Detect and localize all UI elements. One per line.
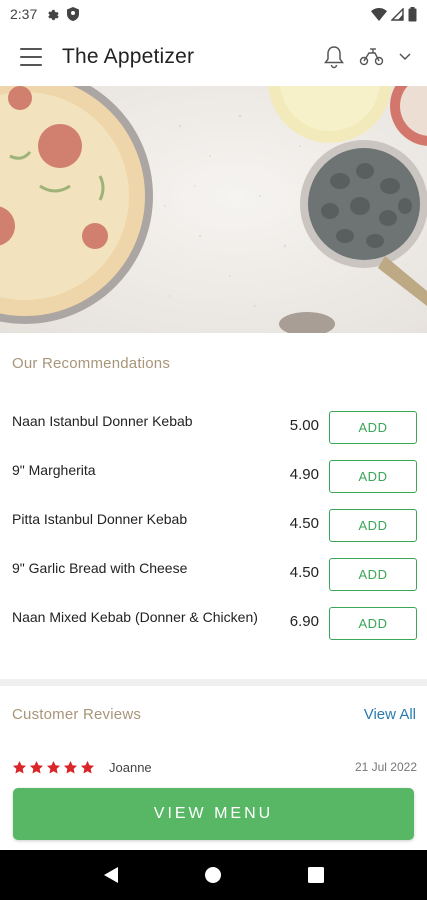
item-price: 4.90: [289, 466, 319, 483]
list-item: 9" Garlic Bread with Cheese 4.50 ADD: [0, 550, 427, 599]
page-title: The Appetizer: [62, 45, 195, 68]
star-rating: [12, 760, 95, 775]
add-button[interactable]: ADD: [329, 460, 417, 493]
chevron-down-icon[interactable]: [399, 53, 411, 61]
add-button[interactable]: ADD: [329, 509, 417, 542]
reviewer-name: Joanne: [109, 759, 152, 775]
item-price: 6.90: [289, 613, 319, 630]
star-icon: [80, 760, 95, 773]
recommendations-title: Our Recommendations: [12, 355, 171, 372]
star-icon: [46, 760, 61, 773]
view-all-link[interactable]: View All: [364, 706, 416, 723]
add-button[interactable]: ADD: [329, 558, 417, 591]
home-icon[interactable]: [193, 855, 233, 895]
item-price: 4.50: [289, 515, 319, 532]
system-nav-bar: [0, 850, 427, 900]
review-date: 21 Jul 2022: [354, 760, 417, 774]
item-name: 9" Garlic Bread with Cheese: [12, 560, 188, 576]
star-icon: [12, 760, 27, 773]
app-bar: The Appetizer: [0, 28, 427, 86]
recommendations-list: Naan Istanbul Donner Kebab 5.00 ADD 9" M…: [0, 403, 427, 648]
signal-icon: [391, 7, 404, 21]
item-name: Naan Mixed Kebab (Donner & Chicken): [12, 609, 258, 625]
add-button[interactable]: ADD: [329, 411, 417, 444]
star-icon: [63, 760, 78, 773]
item-name: Naan Istanbul Donner Kebab: [12, 413, 193, 429]
list-item: Naan Mixed Kebab (Donner & Chicken) 6.90…: [0, 599, 427, 648]
back-icon[interactable]: [91, 855, 131, 895]
list-item: Naan Istanbul Donner Kebab 5.00 ADD: [0, 403, 427, 452]
menu-icon[interactable]: [20, 48, 42, 66]
hero-banner-image: [0, 86, 427, 333]
star-icon: [29, 760, 44, 773]
list-item: Pitta Istanbul Donner Kebab 4.50 ADD: [0, 501, 427, 550]
scooter-icon[interactable]: [359, 47, 385, 67]
item-price: 5.00: [289, 417, 319, 434]
bell-icon[interactable]: [323, 45, 345, 69]
wifi-icon: [371, 7, 387, 21]
add-button[interactable]: ADD: [329, 607, 417, 640]
settings-icon: [45, 7, 59, 21]
item-name: 9" Margherita: [12, 462, 96, 478]
battery-icon: [408, 6, 417, 22]
list-item: 9" Margherita 4.90 ADD: [0, 452, 427, 501]
item-name: Pitta Istanbul Donner Kebab: [12, 511, 188, 527]
item-price: 4.50: [289, 564, 319, 581]
status-time: 2:37: [10, 6, 38, 22]
section-divider: [0, 679, 427, 686]
view-menu-button[interactable]: VIEW MENU: [13, 788, 414, 840]
review-item: Joanne 21 Jul 2022: [12, 756, 417, 778]
recents-icon[interactable]: [296, 855, 336, 895]
shield-icon: [67, 7, 80, 21]
reviews-title: Customer Reviews: [12, 706, 142, 723]
status-bar: 2:37: [0, 0, 427, 28]
